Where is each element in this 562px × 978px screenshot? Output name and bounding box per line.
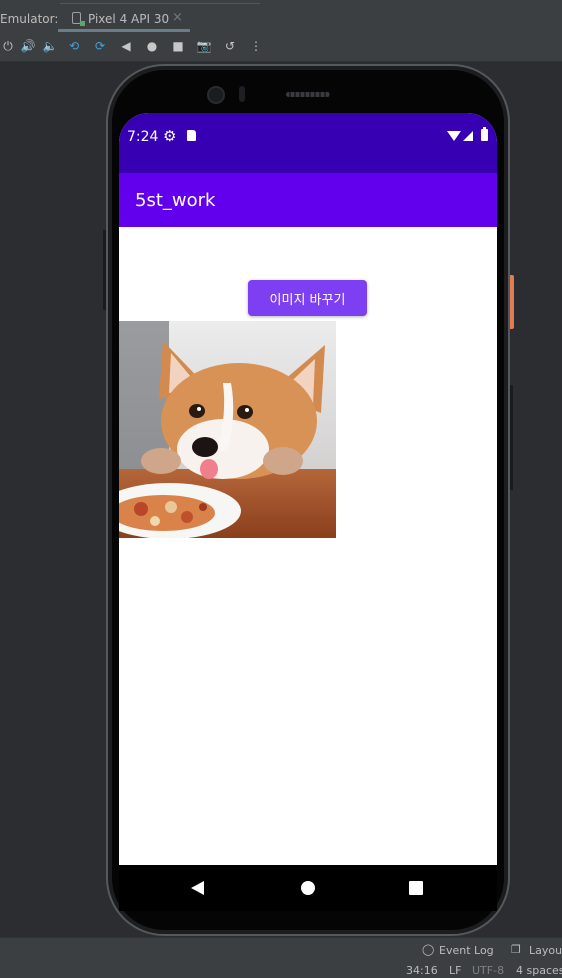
- earpiece-speaker: [286, 92, 330, 97]
- layout-inspector-button[interactable]: Layout: [529, 944, 562, 957]
- wifi-icon: [447, 131, 461, 141]
- android-status-bar: 7:24 ⚙: [119, 113, 497, 173]
- layout-inspector-icon[interactable]: ❐: [511, 943, 521, 956]
- android-nav-bar: [119, 865, 497, 911]
- screenshot-icon[interactable]: 📷: [196, 38, 212, 54]
- corgi-image: [119, 321, 336, 538]
- event-log-button[interactable]: Event Log: [439, 944, 494, 957]
- status-time: 7:24: [127, 129, 159, 145]
- rotate-left-icon[interactable]: ⟲: [66, 38, 82, 54]
- snapshot-icon[interactable]: ↺: [222, 38, 238, 54]
- file-encoding[interactable]: UTF-8: [472, 964, 504, 977]
- emulator-label: Emulator:: [0, 12, 59, 26]
- tab-pixel-4-api-30[interactable]: Pixel 4 API 30 ×: [58, 8, 190, 32]
- signal-icon: [463, 131, 473, 141]
- cursor-position[interactable]: 34:16: [406, 964, 438, 977]
- more-icon[interactable]: ⋮: [248, 38, 264, 54]
- event-log-icon[interactable]: ◯: [422, 943, 434, 956]
- change-image-button[interactable]: 이미지 바꾸기: [248, 280, 367, 316]
- home-icon[interactable]: ●: [144, 38, 160, 54]
- power-icon[interactable]: ⏻: [0, 38, 16, 54]
- emulator-tabbar: Emulator: Pixel 4 API 30 ×: [0, 0, 562, 32]
- volume-down-icon[interactable]: 🔈: [42, 38, 58, 54]
- volume-up-icon[interactable]: 🔊: [20, 38, 36, 54]
- tabbar-divider: [60, 0, 260, 4]
- indent-setting[interactable]: 4 spaces: [516, 964, 562, 977]
- phone-volume-button[interactable]: [510, 385, 513, 490]
- battery-icon: [481, 127, 488, 141]
- gear-icon: ⚙: [163, 127, 177, 145]
- back-icon[interactable]: ◀: [118, 38, 134, 54]
- emulator-toolbar: ⏻ 🔊 🔈 ⟲ ⟳ ◀ ● ■ 📷 ↺ ⋮: [0, 32, 562, 62]
- line-separator[interactable]: LF: [449, 964, 461, 977]
- phone-power-button[interactable]: [510, 275, 514, 329]
- tab-title: Pixel 4 API 30: [88, 12, 170, 26]
- app-title: 5st_work: [135, 190, 216, 211]
- overview-icon[interactable]: ■: [170, 38, 186, 54]
- device-screen: 7:24 ⚙ 5st_work 이미지 바꾸기: [119, 113, 497, 911]
- rotate-right-icon[interactable]: ⟳: [92, 38, 108, 54]
- ide-status-bar: ◯ Event Log ❐ Layout 34:16 LF UTF-8 4 sp…: [0, 937, 562, 978]
- nav-home-icon[interactable]: [301, 881, 315, 895]
- app-bar: 5st_work: [119, 173, 497, 227]
- nav-back-icon[interactable]: [191, 881, 204, 895]
- sd-card-icon: [187, 130, 196, 141]
- close-icon[interactable]: ×: [172, 10, 183, 25]
- phone-side-button-left: [103, 230, 106, 310]
- device-icon: [72, 12, 85, 26]
- nav-recents-icon[interactable]: [409, 881, 423, 895]
- front-camera-icon: [207, 86, 225, 104]
- sensor-icon: [239, 86, 245, 102]
